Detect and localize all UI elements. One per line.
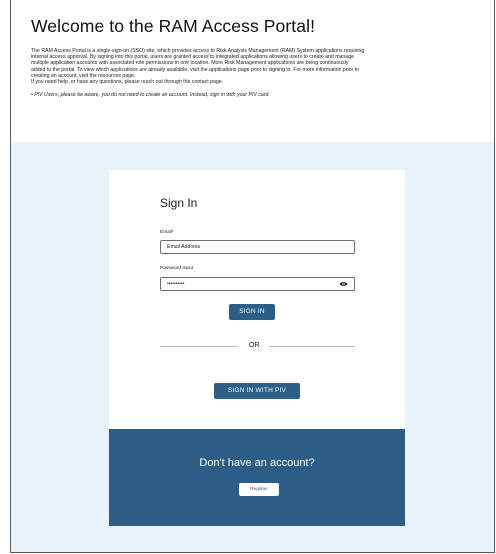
email-label: Email* <box>160 230 174 235</box>
email-field[interactable]: Email Address <box>160 240 355 254</box>
sign-in-button[interactable]: SIGN IN <box>229 304 275 320</box>
intro-line: The RAM Access Portal is a single-sign-o… <box>31 48 365 54</box>
password-value: •••••••••• <box>167 281 185 287</box>
divider-left <box>160 346 238 347</box>
intro-section: Welcome to the RAM Access Portal! The RA… <box>11 0 494 142</box>
signin-card: Sign In Email* Email Address Password In… <box>109 170 405 526</box>
register-footer: Don't have an account? Register <box>109 429 405 526</box>
or-divider-text: OR <box>249 342 260 349</box>
signin-band: Sign In Email* Email Address Password In… <box>11 142 494 552</box>
intro-line: internal access approval. By signing int… <box>31 54 354 61</box>
signin-heading: Sign In <box>160 196 198 210</box>
sign-in-piv-button[interactable]: SIGN IN WITH PIV <box>214 383 300 399</box>
intro-paragraph: The RAM Access Portal is a single-sign-o… <box>31 48 474 85</box>
divider-right <box>269 346 355 347</box>
intro-line: multiple application accounts with assoc… <box>31 60 349 67</box>
intro-line: creating an account, visit the resources… <box>31 72 136 79</box>
password-field[interactable]: •••••••••• <box>160 277 355 291</box>
eye-icon[interactable] <box>339 281 348 287</box>
piv-note: • PIV Users, please be aware, you do not… <box>31 92 270 99</box>
intro-line: added to the portal. To view which appli… <box>31 66 360 73</box>
register-button[interactable]: Register <box>239 483 279 496</box>
intro-line: If you need help, or have any questions,… <box>31 79 224 86</box>
page-title: Welcome to the RAM Access Portal! <box>31 16 316 36</box>
no-account-text: Don't have an account? <box>199 457 315 469</box>
portal-frame: Welcome to the RAM Access Portal! The RA… <box>10 0 495 553</box>
password-label: Password Input <box>160 266 194 271</box>
